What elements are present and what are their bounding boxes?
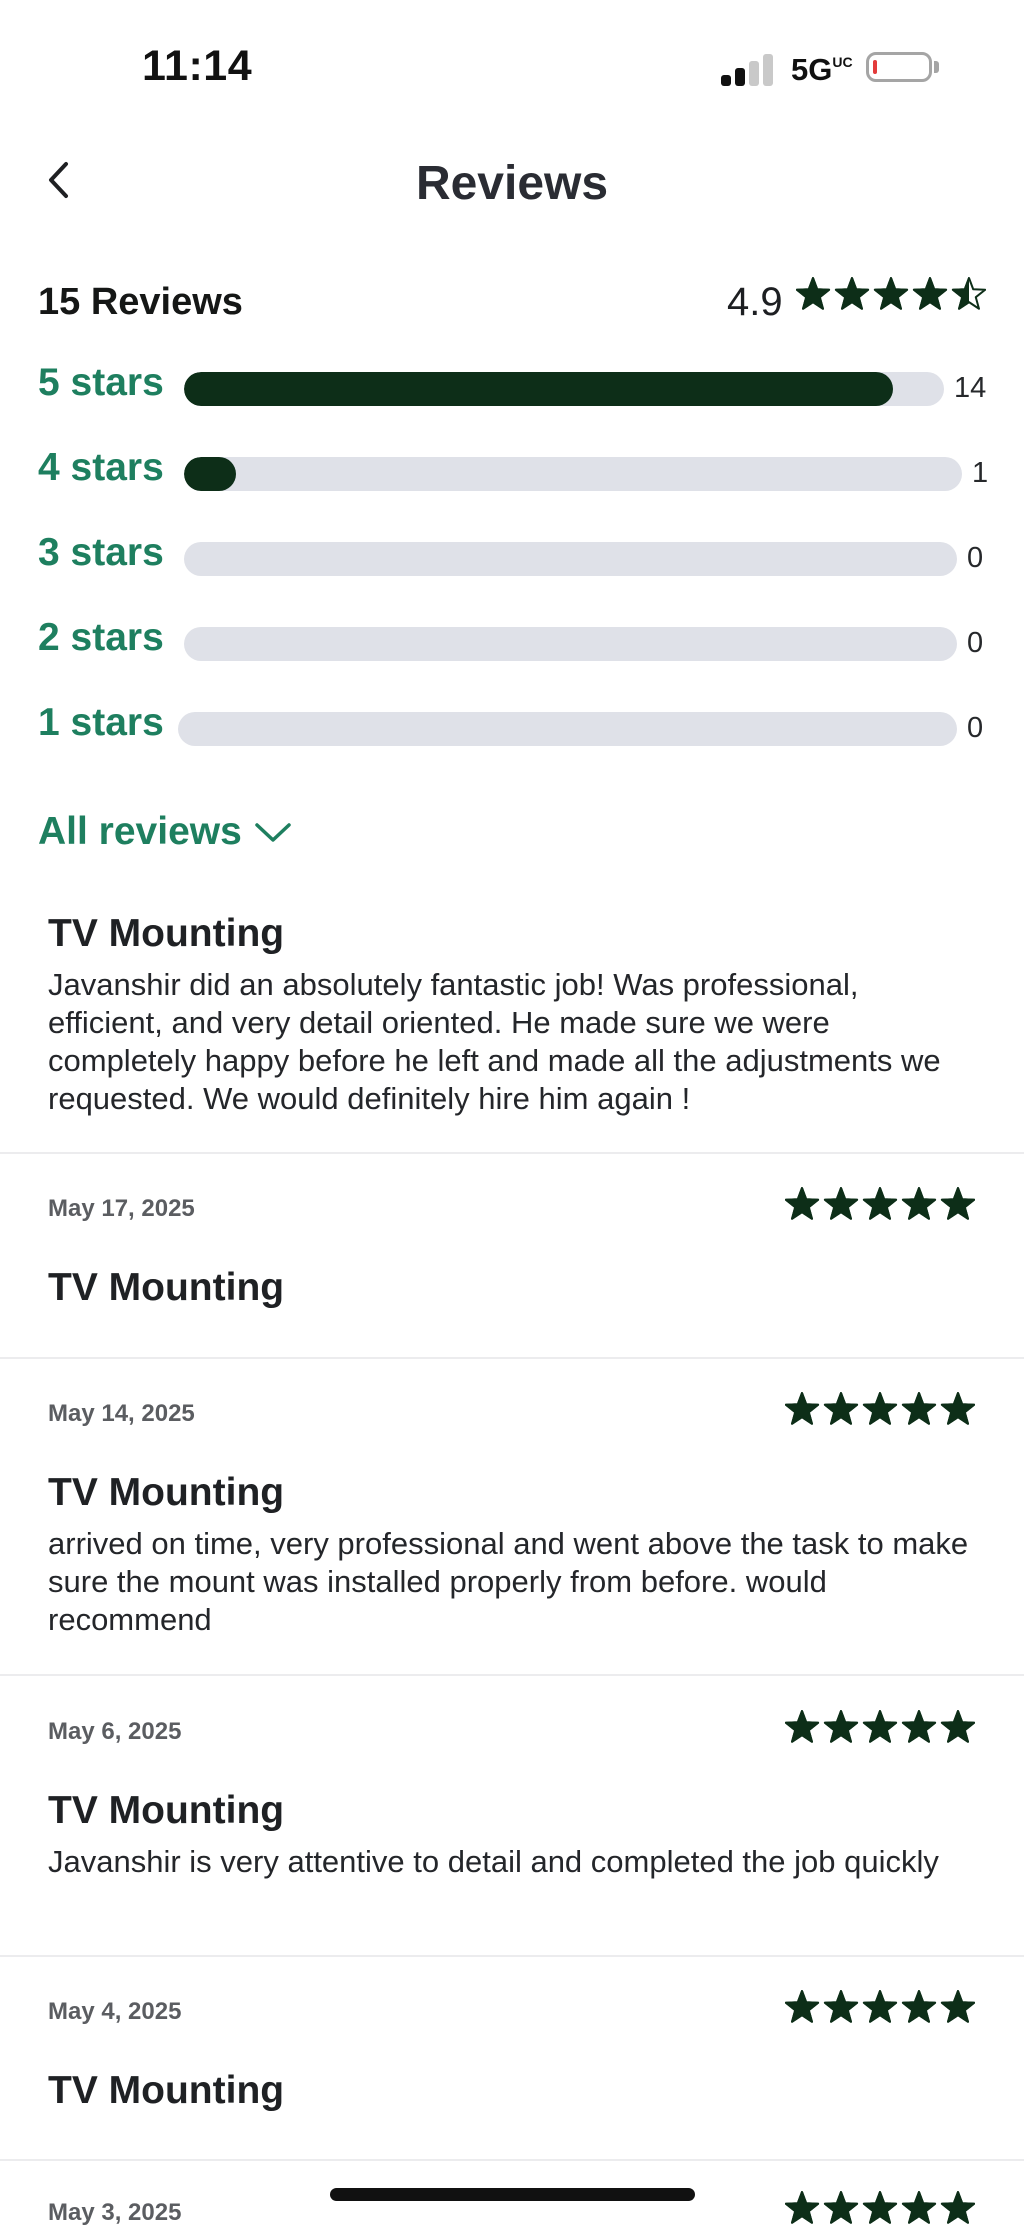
star-filled-icon xyxy=(835,277,869,310)
page-title: Reviews xyxy=(415,157,609,210)
rating-bar-track xyxy=(184,542,957,576)
review-divider xyxy=(0,1955,1024,1957)
network-label: 5G xyxy=(791,52,833,87)
rating-bar-label: 2 stars xyxy=(38,616,164,659)
review-date: May 17, 2025 xyxy=(48,1195,195,1222)
review-date: May 14, 2025 xyxy=(48,1400,195,1427)
rating-bar-label: 1 stars xyxy=(38,701,164,744)
star-filled-icon xyxy=(863,1710,897,1743)
review-rating-stars xyxy=(785,1392,975,1425)
network-suffix: UC xyxy=(832,53,853,70)
back-button[interactable] xyxy=(38,156,78,204)
star-filled-icon xyxy=(941,1990,975,2023)
chevron-left-icon xyxy=(49,162,68,198)
review-date: May 6, 2025 xyxy=(48,1718,182,1745)
review-date: May 4, 2025 xyxy=(48,1998,182,2025)
reviews-count: 15 Reviews xyxy=(38,281,243,323)
star-filled-icon xyxy=(902,2191,936,2224)
star-filled-icon xyxy=(874,277,908,310)
star-filled-icon xyxy=(785,1990,819,2023)
star-filled-icon xyxy=(902,1710,936,1743)
home-indicator xyxy=(330,2188,695,2201)
battery-nub xyxy=(934,61,939,73)
star-filled-icon xyxy=(941,1187,975,1220)
star-filled-icon xyxy=(824,1392,858,1425)
star-filled-icon xyxy=(863,1392,897,1425)
rating-bar-count: 14 xyxy=(954,372,987,404)
review-title: TV Mounting xyxy=(48,912,285,955)
review-title: TV Mounting xyxy=(48,1266,285,1309)
review-text: arrived on time, very professional and w… xyxy=(48,1526,969,1637)
star-filled-icon xyxy=(941,1710,975,1743)
star-filled-icon xyxy=(941,1392,975,1425)
star-filled-icon xyxy=(785,1187,819,1220)
review-title: TV Mounting xyxy=(48,2069,285,2112)
star-filled-icon xyxy=(863,1990,897,2023)
review-date: May 3, 2025 xyxy=(48,2199,182,2226)
review-text: Javanshir did an absolutely fantastic jo… xyxy=(48,967,941,1116)
average-rating-stars xyxy=(796,277,986,310)
review-title: TV Mounting xyxy=(48,1471,285,1514)
review-rating-stars xyxy=(785,2191,975,2224)
rating-bar-fill xyxy=(184,457,237,491)
network-indicator: 5GUC xyxy=(791,52,853,88)
status-time: 11:14 xyxy=(142,42,253,90)
average-rating: 4.9 xyxy=(727,280,783,324)
star-filled-icon xyxy=(941,2191,975,2224)
review-divider xyxy=(0,2159,1024,2161)
cellular-signal-icon xyxy=(721,54,775,86)
rating-bar-count: 1 xyxy=(972,457,989,489)
rating-bar-count: 0 xyxy=(967,627,984,659)
star-filled-icon xyxy=(902,1392,936,1425)
rating-bar-track xyxy=(184,627,957,661)
star-filled-icon xyxy=(824,2191,858,2224)
star-filled-icon xyxy=(913,277,947,310)
rating-bar-track xyxy=(184,372,944,406)
chevron-down-icon xyxy=(255,823,291,842)
star-filled-icon xyxy=(824,1710,858,1743)
all-reviews-label: All reviews xyxy=(38,810,242,853)
star-filled-icon xyxy=(863,1187,897,1220)
review-divider xyxy=(0,1152,1024,1154)
review-rating-stars xyxy=(785,1710,975,1743)
star-filled-icon xyxy=(785,1392,819,1425)
star-filled-icon xyxy=(863,2191,897,2224)
star-filled-icon xyxy=(785,1710,819,1743)
review-rating-stars xyxy=(785,1990,975,2023)
star-filled-icon xyxy=(785,2191,819,2224)
rating-bar-count: 0 xyxy=(967,712,984,744)
rating-bar-count: 0 xyxy=(967,542,984,574)
rating-bar-label: 3 stars xyxy=(38,531,164,574)
review-title: TV Mounting xyxy=(48,1789,285,1832)
rating-bar-track xyxy=(184,457,962,491)
review-divider xyxy=(0,1357,1024,1359)
battery-icon xyxy=(866,52,932,82)
star-filled-icon xyxy=(796,277,830,310)
rating-bar-label: 5 stars xyxy=(38,361,164,404)
star-filled-icon xyxy=(902,1187,936,1220)
star-filled-icon xyxy=(824,1990,858,2023)
review-divider xyxy=(0,1674,1024,1676)
rating-bar-label: 4 stars xyxy=(38,446,164,489)
all-reviews-dropdown[interactable]: All reviews xyxy=(38,810,292,854)
review-text: Javanshir is very attentive to detail an… xyxy=(48,1844,939,1879)
review-rating-stars xyxy=(785,1187,975,1220)
star-filled-icon xyxy=(824,1187,858,1220)
star-filled-icon xyxy=(902,1990,936,2023)
rating-bar-track xyxy=(178,712,957,746)
rating-bar-fill xyxy=(184,372,894,406)
